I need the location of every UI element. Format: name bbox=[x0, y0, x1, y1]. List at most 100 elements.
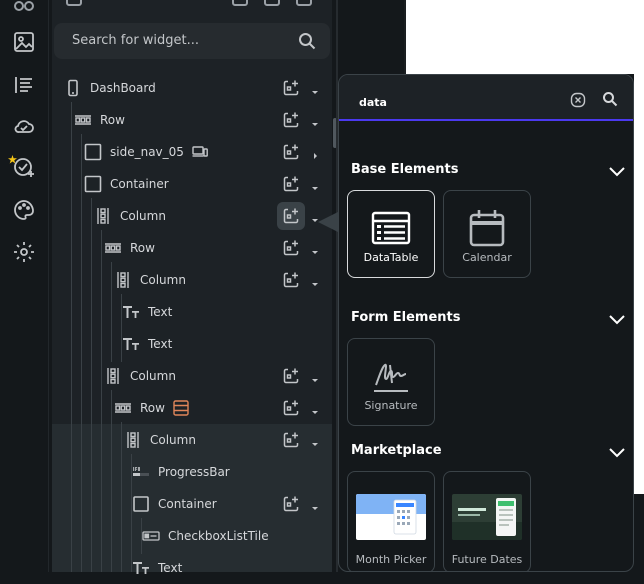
popup-pointer bbox=[318, 212, 338, 232]
add-child-button[interactable] bbox=[277, 426, 305, 454]
caret-down-icon[interactable] bbox=[310, 274, 320, 286]
tree-row[interactable]: Text bbox=[52, 296, 332, 328]
toolbar-icon[interactable] bbox=[296, 0, 312, 6]
chevron-down-icon[interactable] bbox=[607, 444, 627, 458]
settings-icon[interactable] bbox=[12, 240, 36, 264]
widget-card-month-picker[interactable]: Month Picker bbox=[347, 471, 435, 571]
devices-icon bbox=[192, 144, 208, 160]
caret-down-icon[interactable] bbox=[310, 434, 320, 446]
row-icon bbox=[104, 239, 122, 257]
calendar-icon bbox=[466, 207, 508, 249]
add-child-button[interactable] bbox=[277, 138, 305, 166]
palette-icon[interactable] bbox=[12, 198, 36, 222]
add-child-button[interactable] bbox=[277, 490, 305, 518]
clear-icon[interactable] bbox=[570, 92, 586, 108]
tree-row[interactable]: Column bbox=[52, 200, 332, 232]
widget-search[interactable]: Search for widget... bbox=[54, 23, 330, 59]
add-child-button[interactable] bbox=[277, 394, 305, 422]
widget-card-datatable[interactable]: DataTable bbox=[347, 190, 435, 278]
container-icon bbox=[84, 143, 102, 161]
add-child-button[interactable] bbox=[277, 74, 305, 102]
add-child-button[interactable] bbox=[277, 234, 305, 262]
tree-row[interactable]: Row bbox=[52, 232, 332, 264]
row-icon bbox=[114, 399, 132, 417]
toolbar-icon[interactable] bbox=[66, 0, 82, 6]
tree-label: Column bbox=[140, 273, 186, 287]
tree-label: Column bbox=[150, 433, 196, 447]
caret-down-icon[interactable] bbox=[310, 402, 320, 414]
widget-card-label: Signature bbox=[364, 399, 418, 412]
container-icon bbox=[84, 175, 102, 193]
caret-down-icon[interactable] bbox=[310, 498, 320, 510]
caret-down-icon[interactable] bbox=[310, 242, 320, 254]
tree-row[interactable]: CheckboxListTile bbox=[52, 520, 332, 552]
tree-label: Container bbox=[110, 177, 169, 191]
tree-label: Column bbox=[120, 209, 166, 223]
popup-search-bar[interactable]: data bbox=[339, 75, 633, 121]
tree-toolbar bbox=[52, 0, 332, 10]
tree-row[interactable]: Container bbox=[52, 168, 332, 200]
tree-row[interactable]: Row bbox=[52, 392, 332, 424]
row-icon bbox=[74, 111, 92, 129]
chevron-down-icon[interactable] bbox=[607, 163, 627, 177]
widget-card-label: Future Dates bbox=[451, 553, 523, 566]
month-picker-thumbnail bbox=[356, 494, 426, 540]
add-child-button[interactable] bbox=[277, 170, 305, 198]
tree-row[interactable]: DashBoard bbox=[52, 72, 332, 104]
tree-label: side_nav_05 bbox=[110, 145, 184, 159]
toolbar-icon[interactable] bbox=[232, 0, 248, 6]
add-child-button[interactable] bbox=[277, 106, 305, 134]
section-title-marketplace: Marketplace bbox=[351, 443, 442, 458]
caret-down-icon[interactable] bbox=[310, 114, 320, 126]
tree-row[interactable]: Text bbox=[52, 328, 332, 360]
search-icon[interactable] bbox=[602, 91, 618, 107]
tree-label: CheckboxListTile bbox=[168, 529, 269, 543]
tree-row[interactable]: Column bbox=[52, 264, 332, 296]
tree-row[interactable]: side_nav_05 bbox=[52, 136, 332, 168]
widget-card-label: Calendar bbox=[462, 251, 512, 264]
tree-label: Text bbox=[158, 561, 183, 575]
tree-row[interactable]: ProgressBar bbox=[52, 456, 332, 488]
tree-label: Column bbox=[130, 369, 176, 383]
tree-row[interactable]: Column bbox=[52, 424, 332, 456]
text-icon bbox=[122, 303, 140, 321]
widget-card-future-dates[interactable]: Future Dates bbox=[443, 471, 531, 571]
add-child-button[interactable] bbox=[277, 202, 305, 230]
widget-card-label: Month Picker bbox=[355, 553, 427, 566]
phone-icon bbox=[64, 79, 82, 97]
column-icon bbox=[124, 431, 142, 449]
widget-card-label: DataTable bbox=[363, 251, 419, 264]
tree-row[interactable]: Row bbox=[52, 104, 332, 136]
caret-right-icon[interactable] bbox=[310, 146, 320, 159]
list-icon[interactable] bbox=[12, 73, 36, 97]
tree-row[interactable]: Text bbox=[52, 552, 332, 584]
tree-label: ProgressBar bbox=[158, 465, 230, 479]
text-icon bbox=[132, 559, 150, 577]
check-add-icon[interactable] bbox=[12, 155, 36, 179]
tree-label: Row bbox=[130, 241, 155, 255]
canvas-preview bbox=[404, 0, 644, 74]
caret-down-icon[interactable] bbox=[310, 82, 320, 94]
toolbar-icon[interactable] bbox=[264, 0, 280, 6]
canvas-preview bbox=[634, 74, 644, 494]
cloud-icon[interactable] bbox=[12, 114, 36, 138]
datatable-icon bbox=[370, 207, 412, 249]
column-icon bbox=[114, 271, 132, 289]
search-input[interactable]: Search for widget... bbox=[72, 33, 199, 48]
add-child-button[interactable] bbox=[277, 362, 305, 390]
media-icon[interactable] bbox=[12, 30, 36, 54]
widget-card-signature[interactable]: Signature bbox=[347, 338, 435, 426]
widget-tree-icon[interactable] bbox=[12, 0, 36, 18]
text-icon bbox=[122, 335, 140, 353]
tree-row[interactable]: Container bbox=[52, 488, 332, 520]
chevron-down-icon[interactable] bbox=[607, 311, 627, 325]
tree-row[interactable]: Column bbox=[52, 360, 332, 392]
add-child-button[interactable] bbox=[277, 266, 305, 294]
popup-search-input[interactable]: data bbox=[359, 96, 387, 109]
caret-down-icon[interactable] bbox=[310, 178, 320, 190]
add-widget-popup: data Base Elements DataTable Calendar Fo… bbox=[338, 74, 634, 572]
caret-down-icon[interactable] bbox=[310, 370, 320, 382]
tree-label: Container bbox=[158, 497, 217, 511]
widget-card-calendar[interactable]: Calendar bbox=[443, 190, 531, 278]
search-icon[interactable] bbox=[298, 32, 316, 50]
